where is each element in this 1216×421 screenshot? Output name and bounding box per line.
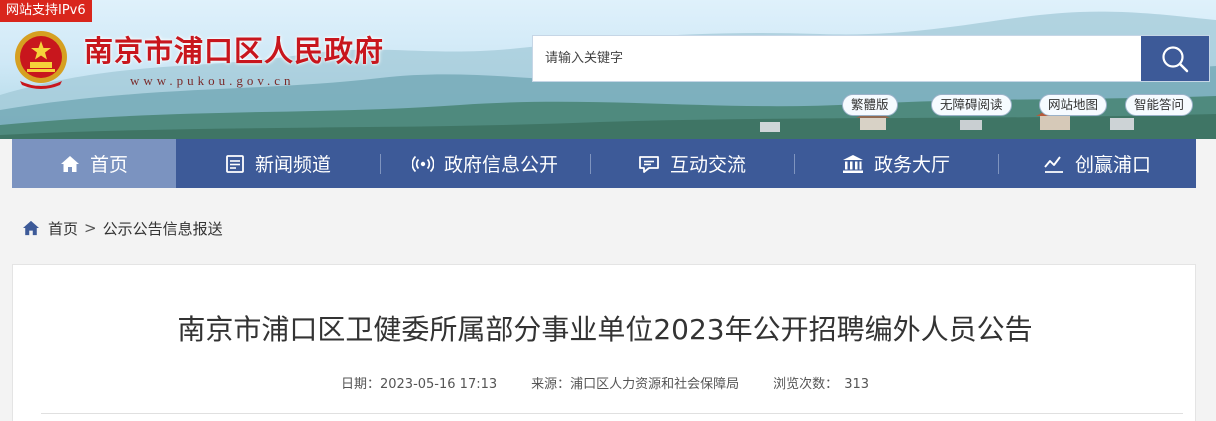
accessibility-link[interactable]: 无障碍阅读 [931, 94, 1012, 116]
nav-label: 政务大厅 [873, 154, 950, 176]
site-domain: www.pukou.gov.cn [130, 73, 295, 88]
views-value: 313 [844, 377, 870, 392]
chart-icon [1043, 154, 1065, 174]
sitemap-link[interactable]: 网站地图 [1039, 94, 1108, 116]
chat-icon [638, 154, 660, 174]
nav-item-win-pukou[interactable]: 创赢浦口 [998, 139, 1196, 188]
article-panel: 南京市浦口区卫健委所属部分事业单位2023年公开招聘编外人员公告 日期：2023… [12, 264, 1196, 421]
article-title: 南京市浦口区卫健委所属部分事业单位2023年公开招聘编外人员公告 [177, 313, 1033, 346]
breadcrumb-current-link[interactable]: 公示公告信息报送 [103, 218, 223, 239]
nav-item-interaction[interactable]: 互动交流 [590, 139, 794, 188]
nav-item-home[interactable]: 首页 [12, 139, 176, 188]
search-icon [1162, 45, 1189, 72]
newspaper-icon [225, 154, 245, 174]
date-value: 2023-05-16 17:13 [379, 377, 498, 392]
home-icon [22, 220, 40, 236]
article-source: 来源：浦口区人力资源和社会保障局 [531, 373, 739, 392]
breadcrumb-home-link[interactable]: 首页 [48, 218, 78, 239]
divider [41, 413, 1183, 414]
nav-label: 首页 [89, 154, 128, 176]
date-label: 日期： [340, 377, 380, 392]
national-emblem-icon [15, 31, 67, 89]
ipv6-badge: 网站支持IPv6 [0, 0, 92, 22]
broadcast-icon [411, 154, 434, 174]
view-count: 浏览次数： 313 [773, 373, 869, 392]
header-banner: 网站支持IPv6 南京市浦口区人民政府 www.pukou.gov.cn 繁體版… [0, 0, 1216, 139]
search-box [532, 35, 1210, 82]
smart-qa-link[interactable]: 智能答问 [1125, 94, 1194, 116]
main-nav: 首页 新闻频道 政府信息公开 互动交流 政务大厅 创赢浦口 [12, 139, 1196, 188]
nav-item-news[interactable]: 新闻频道 [176, 139, 380, 188]
source-value: 浦口区人力资源和社会保障局 [570, 377, 740, 392]
publish-date: 日期：2023-05-16 17:13 [341, 373, 497, 392]
nav-item-gov-info[interactable]: 政府信息公开 [380, 139, 590, 188]
nav-label: 互动交流 [669, 154, 746, 176]
building-icon [842, 154, 864, 174]
views-label: 浏览次数： [773, 377, 839, 392]
breadcrumb: 首页 > 公示公告信息报送 [22, 218, 223, 238]
traditional-chinese-link[interactable]: 繁體版 [842, 94, 898, 116]
nav-label: 政府信息公开 [443, 154, 558, 176]
site-title: 南京市浦口区人民政府 [84, 34, 385, 68]
quick-links: 繁體版 无障碍阅读 网站地图 智能答问 [0, 94, 1216, 116]
nav-label: 创赢浦口 [1074, 154, 1151, 176]
article-meta: 日期：2023-05-16 17:13 来源：浦口区人力资源和社会保障局 浏览次… [13, 373, 1197, 392]
nav-item-service-hall[interactable]: 政务大厅 [794, 139, 998, 188]
nav-label: 新闻频道 [254, 154, 331, 176]
home-icon [60, 155, 80, 173]
search-input[interactable] [533, 36, 1141, 81]
source-label: 来源： [531, 377, 571, 392]
breadcrumb-separator: > [84, 219, 97, 237]
search-button[interactable] [1141, 36, 1209, 81]
